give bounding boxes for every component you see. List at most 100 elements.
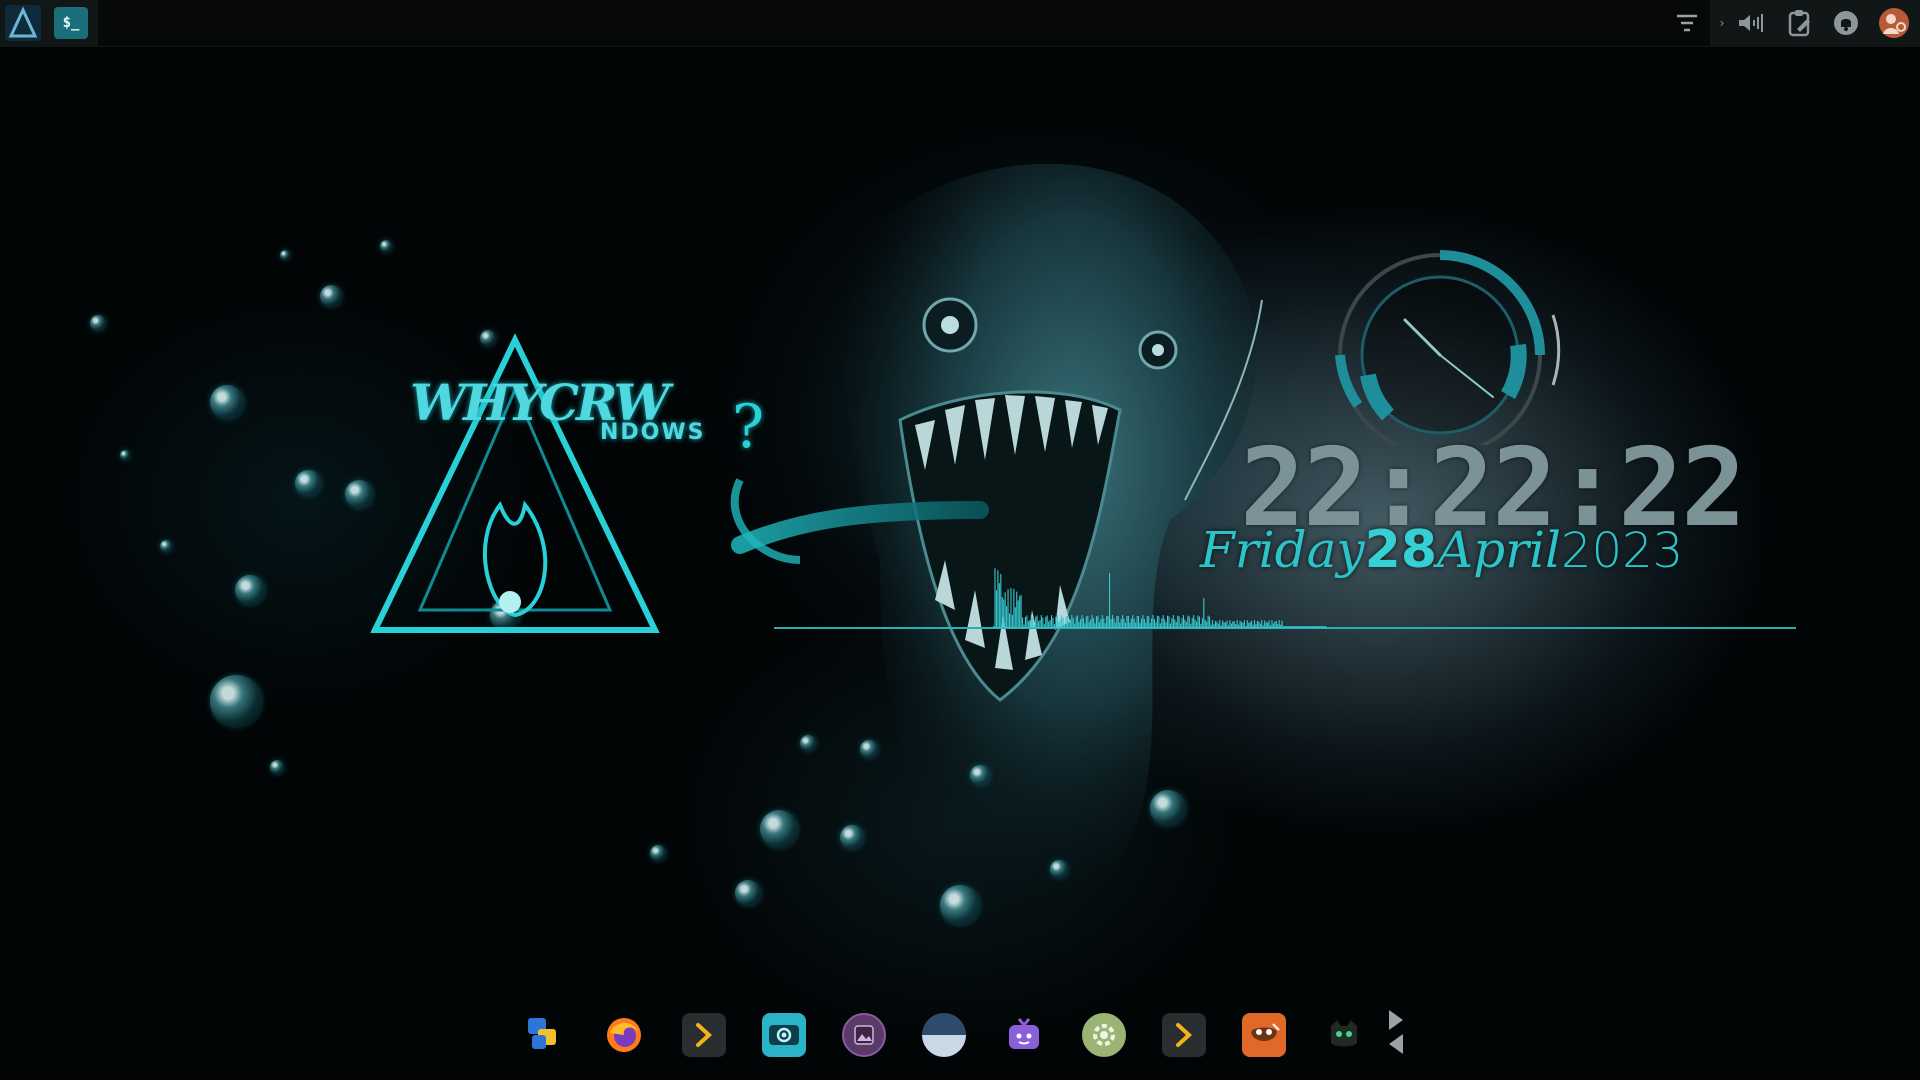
visualizer-bar <box>1193 615 1195 628</box>
visualizer-bar <box>1019 596 1021 628</box>
visualizer-bar <box>1081 615 1083 628</box>
notifications-bell-icon[interactable] <box>1826 0 1866 46</box>
visualizer-bar <box>1188 616 1190 628</box>
notification-filter-icon[interactable] <box>1670 0 1704 46</box>
visualizer-bar <box>1281 620 1283 628</box>
terminal-icon[interactable]: $_ <box>54 7 88 39</box>
visualizer-bar <box>1065 616 1067 628</box>
visualizer-bar <box>1296 626 1298 628</box>
visualizer-bar <box>1232 621 1234 628</box>
visualizer-bar <box>1225 622 1227 628</box>
visualizer-bar <box>994 568 996 628</box>
visualizer-bar <box>1136 615 1138 628</box>
screenshot-app-icon[interactable] <box>762 1013 806 1057</box>
visualizer-bar <box>1287 626 1289 628</box>
visualizer-bar <box>1008 613 1011 628</box>
visualizer-bar <box>1068 621 1070 628</box>
visualizer-bar <box>1100 619 1102 628</box>
visualizer-bar <box>1268 620 1270 628</box>
bubble <box>760 810 798 848</box>
visualizer-bar <box>1110 619 1112 628</box>
visualizer-bar <box>1007 589 1009 628</box>
visualizer-bar <box>1093 618 1095 628</box>
visualizer-bar <box>1322 626 1324 628</box>
top-panel: $_ › <box>0 0 1920 47</box>
visualizer-bar <box>1074 623 1076 628</box>
visualizer-bar <box>1298 626 1301 628</box>
visualizer-bar <box>1214 621 1216 628</box>
visualizer-bar <box>1182 615 1185 628</box>
visualizer-bar <box>1213 624 1215 628</box>
terminal-app-icon[interactable] <box>682 1013 726 1057</box>
visualizer-bar <box>1203 598 1205 628</box>
arch-logo-icon[interactable] <box>5 5 41 41</box>
visualizer-bar <box>1313 626 1315 628</box>
visualizer-bar <box>1087 615 1089 628</box>
visualizer-bar <box>1184 619 1186 628</box>
clipboard-icon[interactable] <box>1780 0 1820 46</box>
visualizer-bar <box>1155 622 1157 628</box>
visualizer-bar <box>1056 615 1058 628</box>
terminal-app-2-icon[interactable] <box>1162 1013 1206 1057</box>
bubble <box>270 760 284 774</box>
visualizer-bar <box>1206 621 1208 628</box>
weather-app-icon[interactable] <box>922 1013 966 1057</box>
visualizer-bar <box>1291 626 1293 628</box>
user-avatar-icon[interactable] <box>1872 0 1916 46</box>
visualizer-bar <box>1026 615 1028 628</box>
settings-app-icon[interactable] <box>1082 1013 1126 1057</box>
visualizer-bar <box>1180 623 1182 628</box>
visualizer-bar <box>1032 617 1034 628</box>
visualizer-bar <box>1040 615 1042 628</box>
visualizer-bar <box>1058 621 1060 628</box>
visualizer-bar <box>1151 618 1153 628</box>
visualizer-bar <box>1075 616 1077 628</box>
tv-app-icon[interactable] <box>1002 1013 1046 1057</box>
firefox-icon[interactable] <box>602 1013 646 1057</box>
visualizer-bar <box>1142 615 1144 628</box>
visualizer-bar <box>1140 618 1142 628</box>
visualizer-bar <box>1061 615 1063 628</box>
visualizer-bar <box>1314 626 1316 628</box>
visualizer-bar <box>1116 616 1118 628</box>
expand-tray-icon[interactable]: › <box>1714 0 1730 46</box>
image-viewer-icon[interactable] <box>842 1013 886 1057</box>
gimp-icon[interactable] <box>1242 1013 1286 1057</box>
logo-text-why: WHY <box>410 373 542 432</box>
visualizer-bar <box>1259 623 1261 628</box>
visualizer-bar <box>1048 621 1050 628</box>
visualizer-bar <box>1164 619 1166 628</box>
visualizer-bar <box>1178 616 1180 628</box>
visualizer-bar <box>1269 625 1272 628</box>
visualizer-bar <box>1230 623 1232 628</box>
volume-icon[interactable] <box>1732 0 1772 46</box>
visualizer-bar <box>1264 620 1266 628</box>
visualizer-bar <box>1272 623 1274 628</box>
visualizer-bar <box>1249 621 1251 628</box>
visualizer-bar <box>1016 591 1018 628</box>
visualizer-bar <box>1077 615 1079 628</box>
visualizer-bar <box>1062 617 1064 628</box>
dock-scroll-arrows[interactable] <box>1385 1008 1409 1056</box>
bubble <box>650 845 666 861</box>
visualizer-bar <box>1135 622 1137 628</box>
visualizer-bar <box>1036 615 1038 628</box>
visualizer-bar <box>1284 626 1286 628</box>
visualizer-bar <box>1001 597 1003 628</box>
visualizer-bar <box>1091 615 1093 628</box>
arch-logo-glyph <box>8 6 38 38</box>
visualizer-bar <box>1011 614 1013 628</box>
bubble <box>90 315 106 331</box>
visualizer-bar <box>1117 615 1119 628</box>
visualizer-bar <box>1211 620 1214 628</box>
visualizer-bar <box>1104 623 1106 628</box>
visualizer-bar <box>1158 616 1160 628</box>
visualizer-bar <box>1236 620 1238 628</box>
bubble <box>320 285 342 307</box>
visualizer-bar <box>1097 615 1099 628</box>
bubble <box>280 250 290 260</box>
cat-app-icon[interactable] <box>1322 1013 1366 1057</box>
visualizer-bar <box>1187 615 1189 628</box>
visualizer-bar <box>1197 615 1199 628</box>
fluent-reader-icon[interactable] <box>522 1013 566 1057</box>
